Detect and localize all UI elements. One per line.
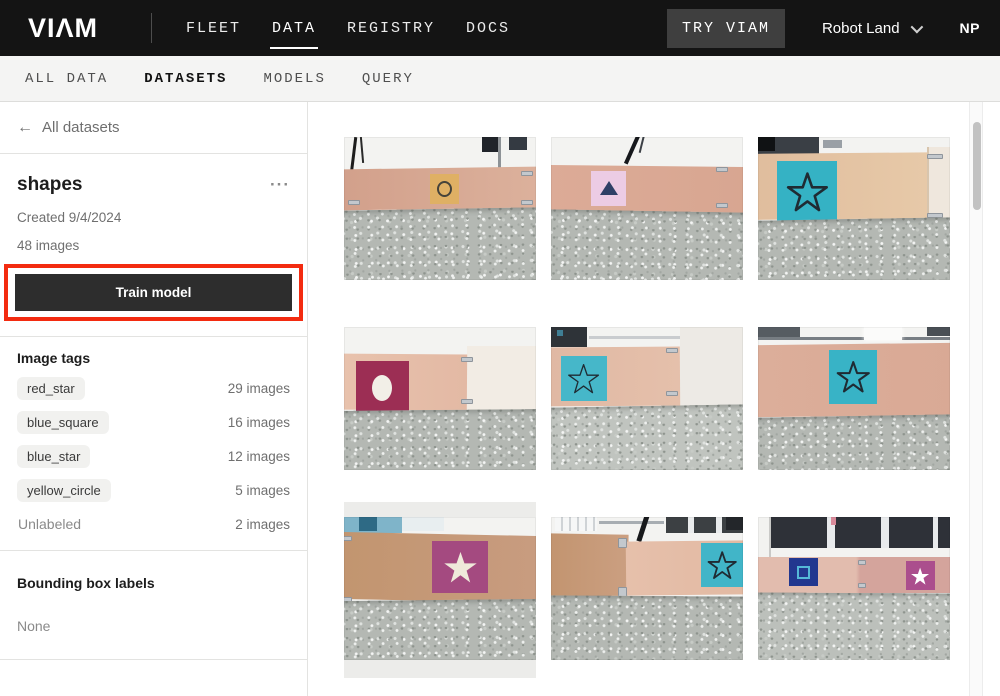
bounding-box-labels-section: Bounding box labels None (0, 551, 307, 660)
nav-fleet[interactable]: FLEET (184, 14, 243, 43)
tag-count: 12 images (228, 449, 290, 464)
thumbnail-letterbox (344, 502, 536, 678)
data-subnav: ALL DATA DATASETS MODELS QUERY (0, 56, 1000, 102)
back-to-all-datasets[interactable]: All datasets (0, 102, 307, 154)
tag-row: red_star 29 images (17, 376, 290, 400)
dataset-image-count: 48 images (17, 238, 290, 253)
gallery-scrollbar[interactable] (969, 102, 983, 696)
divider (151, 13, 152, 43)
dataset-image-gallery (308, 102, 1000, 696)
bounding-box-labels-value: None (17, 618, 290, 634)
avatar[interactable]: NP (960, 20, 980, 36)
dataset-image-thumbnail[interactable] (551, 517, 743, 660)
tag-count: 2 images (235, 517, 290, 532)
star-sticker (432, 541, 488, 592)
dataset-image-thumbnail[interactable] (551, 137, 743, 280)
image-tags-section: Image tags red_star 29 images blue_squar… (0, 337, 307, 551)
triangle-sticker (591, 171, 626, 205)
tag-count: 5 images (235, 483, 290, 498)
dataset-image-thumbnail[interactable] (758, 517, 950, 660)
image-tags-heading: Image tags (17, 350, 290, 366)
left-arrow-icon (17, 119, 33, 137)
star-sticker (906, 561, 935, 590)
dataset-image-thumbnail[interactable] (758, 327, 950, 470)
org-name: Robot Land (822, 20, 900, 37)
tab-datasets[interactable]: DATASETS (144, 71, 227, 87)
tag-red-star[interactable]: red_star (17, 377, 85, 400)
tab-all-data[interactable]: ALL DATA (25, 71, 108, 87)
dataset-created-date: Created 9/4/2024 (17, 210, 290, 225)
star-sticker (701, 543, 743, 587)
try-viam-button[interactable]: TRY VIAM (667, 9, 785, 48)
nav-docs[interactable]: DOCS (464, 14, 512, 43)
tab-models[interactable]: MODELS (263, 71, 325, 87)
nav-registry[interactable]: REGISTRY (345, 14, 437, 43)
star-sticker (829, 350, 877, 404)
chevron-down-icon (910, 20, 923, 33)
star-sticker (777, 161, 837, 221)
tag-blue-star[interactable]: blue_star (17, 445, 90, 468)
nav-data[interactable]: DATA (270, 14, 318, 43)
org-switcher[interactable]: Robot Land (822, 20, 920, 37)
dataset-sidebar: All datasets shapes Created 9/4/2024 48 … (0, 102, 308, 696)
dataset-image-thumbnail[interactable] (344, 137, 536, 280)
viam-logo[interactable]: VIΛM (28, 13, 124, 44)
circle-sticker (430, 174, 459, 204)
ellipsis-menu-icon[interactable] (270, 181, 290, 189)
train-model-button[interactable]: Train model (15, 274, 292, 311)
dataset-info-section: shapes Created 9/4/2024 48 images Train … (0, 154, 307, 337)
tag-count: 29 images (228, 381, 290, 396)
image-grid (344, 137, 950, 660)
star-sticker (561, 356, 607, 402)
dataset-image-thumbnail[interactable] (344, 517, 536, 660)
tag-row: blue_square 16 images (17, 410, 290, 434)
primary-nav: FLEET DATA REGISTRY DOCS (184, 14, 512, 43)
bounding-box-labels-heading: Bounding box labels (17, 575, 290, 591)
back-label: All datasets (42, 119, 120, 136)
dataset-title: shapes (17, 174, 82, 196)
topbar-right: TRY VIAM Robot Land NP (667, 9, 980, 48)
tab-query[interactable]: QUERY (362, 71, 414, 87)
tag-unlabeled: Unlabeled (17, 516, 81, 532)
dataset-image-thumbnail[interactable] (344, 327, 536, 470)
square-sticker (789, 558, 818, 585)
top-navigation-bar: VIΛM FLEET DATA REGISTRY DOCS TRY VIAM R… (0, 0, 1000, 56)
tag-count: 16 images (228, 415, 290, 430)
tag-row: blue_star 12 images (17, 444, 290, 468)
tag-blue-square[interactable]: blue_square (17, 411, 109, 434)
dataset-image-thumbnail[interactable] (551, 327, 743, 470)
dataset-image-thumbnail[interactable] (758, 137, 950, 280)
red-highlight-annotation: Train model (4, 264, 303, 321)
tag-row: Unlabeled 2 images (17, 512, 290, 536)
tag-row: yellow_circle 5 images (17, 478, 290, 502)
oval-sticker (356, 361, 410, 415)
scrollbar-thumb[interactable] (973, 122, 981, 210)
tag-yellow-circle[interactable]: yellow_circle (17, 479, 111, 502)
